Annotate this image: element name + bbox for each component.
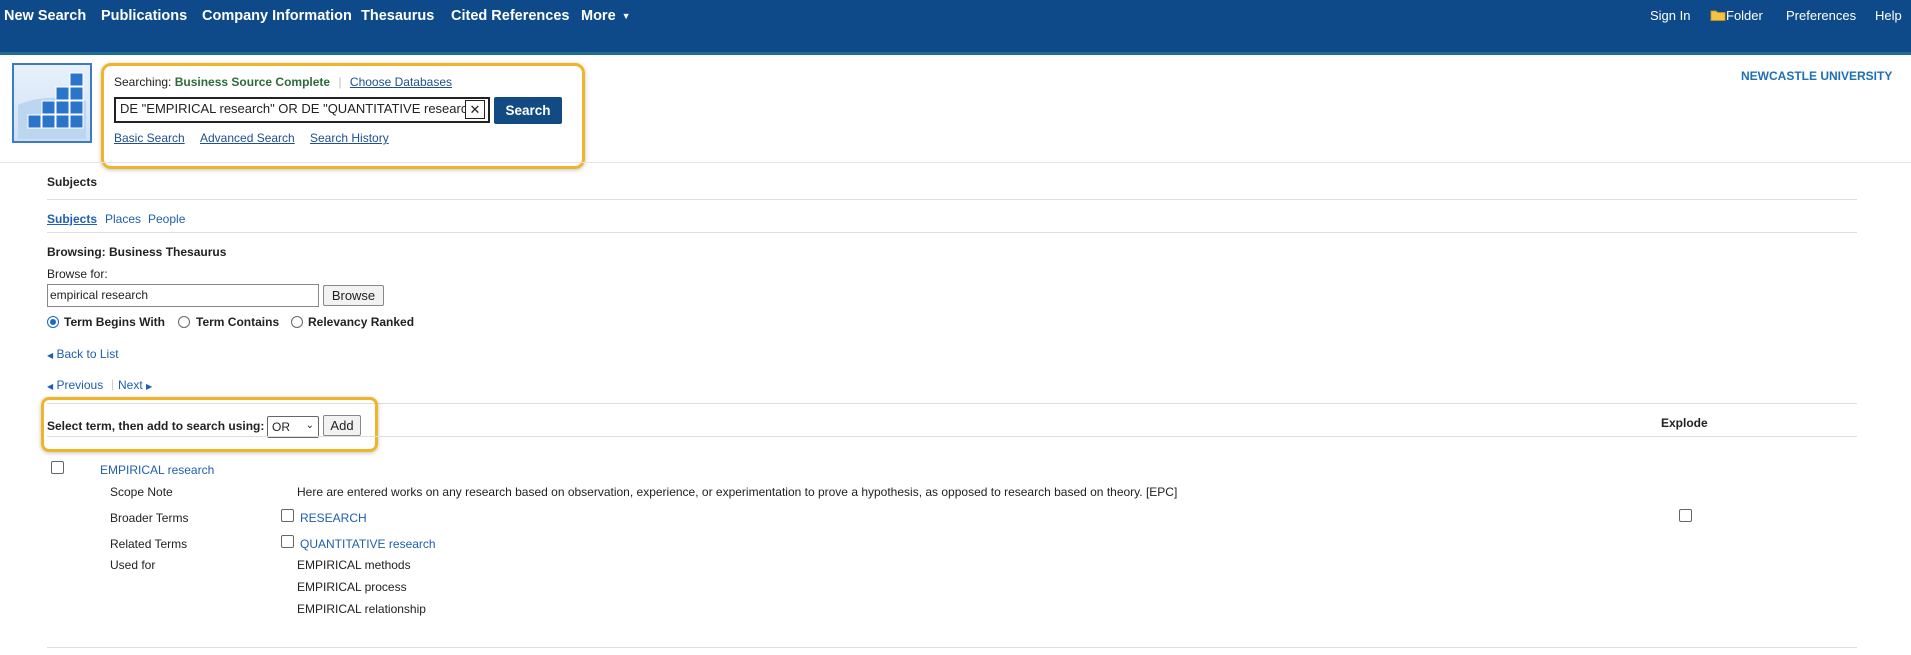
explode-header: Explode [1661,416,1708,430]
term-name-link[interactable]: EMPIRICAL research [100,463,214,477]
caret-down-icon: ▼ [621,11,631,22]
chevron-down-icon: ⌄ [305,420,314,431]
related-terms-label: Related Terms [110,537,188,551]
institution-name: NEWCASTLE UNIVERSITY [1741,69,1893,83]
tab-places[interactable]: Places [105,212,141,226]
term-begins-with-label: Term Begins With [64,315,166,329]
search-button[interactable]: Search [494,97,562,124]
basic-search-link[interactable]: Basic Search [114,131,185,145]
caret-left-icon: ◀ [47,351,54,360]
tab-subjects[interactable]: Subjects [47,212,97,226]
divider [47,436,1857,437]
sign-in-link[interactable]: Sign In [1650,8,1690,23]
operator-select[interactable]: OR ⌄ [267,416,319,438]
top-navigation-bar: New Search Publications Company Informat… [0,0,1911,55]
clear-search-icon[interactable]: ✕ [465,100,485,119]
divider [0,162,1911,163]
explode-checkbox[interactable] [1679,509,1692,522]
previous-link[interactable]: ◀ Previous [47,378,103,392]
preferences-link[interactable]: Preferences [1786,8,1856,23]
advanced-search-link[interactable]: Advanced Search [200,131,295,145]
radio-relevancy-ranked[interactable] [291,316,303,328]
next-link[interactable]: Next ▶ [118,378,152,392]
broader-term-link[interactable]: RESEARCH [300,511,367,525]
browse-for-label: Browse for: [47,267,108,281]
tab-people[interactable]: People [148,212,185,226]
operator-value: OR [272,420,290,434]
search-history-link[interactable]: Search History [310,131,389,145]
related-term-link[interactable]: QUANTITATIVE research [300,537,436,551]
searching-label: Searching: [114,75,172,89]
separator: | [338,75,342,89]
browse-button[interactable]: Browse [323,285,384,306]
help-link[interactable]: Help [1875,8,1902,23]
divider [47,199,1857,200]
select-term-label: Select term, then add to search using: [47,419,265,433]
previous-label: Previous [56,378,104,392]
term-checkbox[interactable] [51,461,64,474]
bar-chart-logo-icon [18,72,86,139]
separator: | [111,377,115,391]
divider [47,232,1857,233]
scope-note-text: Here are entered works on any research b… [297,485,1178,499]
radio-term-begins-with[interactable] [47,316,59,328]
add-button[interactable]: Add [323,415,361,436]
caret-left-icon: ◀ [47,382,54,391]
nav-cited-references[interactable]: Cited References [451,8,569,24]
broader-terms-label: Broader Terms [110,511,189,525]
database-name: Business Source Complete [174,75,331,89]
back-to-list-label: Back to List [56,347,119,361]
choose-databases-link[interactable]: Choose Databases [350,75,452,89]
broader-term-checkbox[interactable] [281,509,294,522]
caret-right-icon: ▶ [146,382,153,391]
nav-company-information[interactable]: Company Information [202,8,352,24]
nav-publications[interactable]: Publications [101,8,187,24]
used-for-item: EMPIRICAL relationship [297,602,426,616]
searching-databases: Searching: Business Source Complete | Ch… [114,75,452,89]
folder-icon [1710,10,1726,21]
database-logo[interactable] [12,63,92,143]
related-term-checkbox[interactable] [281,535,294,548]
radio-term-contains[interactable] [178,316,190,328]
nav-more[interactable]: More ▼ [581,8,631,24]
folder-label: Folder [1726,8,1763,23]
used-for-item: EMPIRICAL methods [297,558,411,572]
back-to-list-link[interactable]: ◀ Back to List [47,347,119,361]
used-for-label: Used for [110,558,156,572]
browsing-label: Browsing: Business Thesaurus [47,245,227,259]
nav-more-label: More [581,8,616,24]
term-contains-label: Term Contains [196,315,280,329]
browse-input[interactable]: empirical research [47,284,319,307]
section-title: Subjects [47,175,98,189]
nav-thesaurus[interactable]: Thesaurus [361,8,434,24]
relevancy-ranked-label: Relevancy Ranked [308,315,415,329]
scope-note-label: Scope Note [110,485,173,499]
search-query-input[interactable]: DE "EMPIRICAL research" OR DE "QUANTITAT… [114,97,490,123]
divider [47,647,1857,648]
folder-link[interactable]: Folder [1710,8,1763,23]
next-label: Next [118,378,143,392]
used-for-item: EMPIRICAL process [297,580,407,594]
nav-new-search[interactable]: New Search [4,8,86,24]
